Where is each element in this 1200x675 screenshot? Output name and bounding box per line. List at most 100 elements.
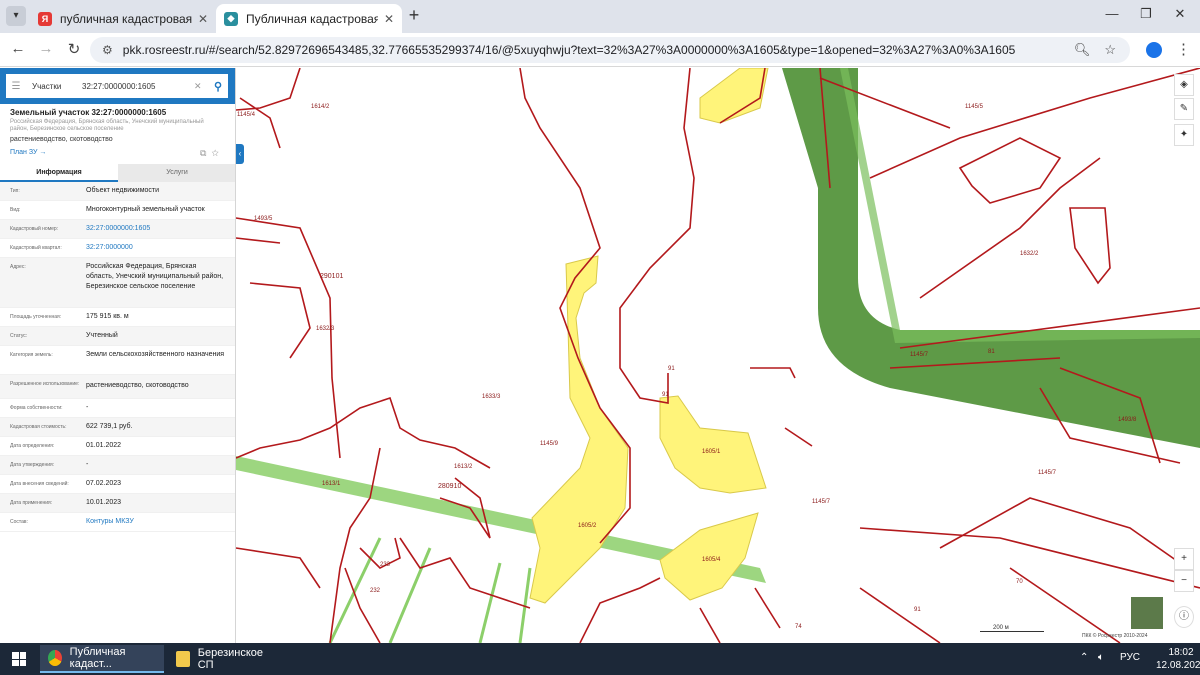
collapse-panel-button[interactable]: ‹	[236, 144, 244, 164]
property-value: Земли сельскохозяйственного назначения	[86, 351, 225, 358]
taskbar-folder[interactable]: Березинское СП	[168, 645, 278, 673]
property-label: Кадастровый квартал:	[10, 245, 62, 251]
property-row: Кадастровый номер: 32:27:0000000:1605	[0, 220, 235, 239]
parcel-1605-2[interactable]	[529, 255, 629, 604]
road-zone-polygon	[782, 68, 1200, 448]
back-icon[interactable]: ←	[8, 40, 28, 57]
layers-icon[interactable]: ◈	[1174, 74, 1194, 96]
zoom-out-icon[interactable]: −	[1174, 570, 1194, 592]
map-label: 290101	[320, 273, 343, 280]
search-icon[interactable]: ⚲	[208, 80, 228, 93]
rosreestr-icon: ◆	[224, 11, 238, 26]
minimap-thumbnail[interactable]	[1130, 596, 1164, 630]
bookmark-star-icon[interactable]: ☆	[1104, 42, 1116, 58]
property-label: Вид:	[10, 207, 21, 213]
site-info-icon[interactable]: ⚙	[102, 43, 113, 57]
menu-icon[interactable]: ☰	[6, 81, 26, 92]
map-label: 91	[662, 392, 669, 398]
map-label: 1632/3	[316, 326, 335, 332]
minimize-icon[interactable]: —	[1102, 6, 1122, 21]
clock[interactable]: 18:02 12.08.2024	[1156, 646, 1200, 672]
property-row: Адрес: Российская Федерация, Брянская обл…	[0, 258, 235, 308]
favorite-star-icon[interactable]: ☆	[211, 148, 218, 158]
address-bar[interactable]: ⚙ pkk.rosreestr.ru/#/search/52.829726965…	[90, 37, 1130, 63]
parcel-1605-1[interactable]	[659, 395, 767, 494]
info-icon[interactable]: ⓘ	[1174, 606, 1194, 628]
browser-tab-2[interactable]: ◆ Публичная кадастровая карта ✕	[216, 4, 402, 33]
property-value: 07.02.2023	[86, 480, 122, 487]
zoom-in-icon[interactable]: +	[1174, 548, 1194, 570]
pointer-icon[interactable]: ✦	[1174, 124, 1194, 146]
profile-avatar[interactable]	[1146, 42, 1162, 58]
property-row: Кадастровый квартал: 32:27:0000000	[0, 239, 235, 258]
object-address: Российская Федерация, Брянская область, …	[10, 119, 204, 132]
tab-services[interactable]: Услуги	[118, 164, 235, 182]
property-value: 10.01.2023	[86, 499, 122, 506]
cadastral-quarter-link[interactable]: 32:27:0000000	[86, 243, 226, 253]
contours-link[interactable]: Контуры МКЗУ	[86, 517, 226, 527]
plan-link[interactable]: План ЗУ →	[10, 149, 46, 156]
map-copyright: ПКК © Росреестр 2010-2024	[1082, 633, 1148, 639]
taskbar-item-label: Березинское СП	[197, 647, 263, 671]
property-value: 01.01.2022	[86, 442, 122, 449]
property-value: -	[86, 404, 89, 411]
map-label: 1605/1	[702, 449, 721, 455]
restore-icon[interactable]: ❐	[1136, 6, 1156, 22]
copy-icon[interactable]: ⧉	[200, 148, 206, 158]
clear-icon[interactable]: ✕	[194, 81, 208, 92]
map-label: 1493/8	[1118, 417, 1137, 423]
forward-icon[interactable]: →	[36, 40, 56, 57]
windows-taskbar: Публичная кадаст... Березинское СП ⌃ 🔈︎ …	[0, 643, 1200, 675]
property-row: Статус: Учтенный	[0, 327, 235, 346]
clock-time: 18:02	[1168, 647, 1194, 658]
taskbar-item-label: Публичная кадаст...	[69, 646, 126, 670]
map-label: 91	[668, 366, 675, 372]
property-value: 175 915 кв. м	[86, 313, 129, 320]
tab-title: Публичная кадастровая карта	[246, 11, 378, 26]
map-label: 91	[914, 607, 921, 613]
volume-icon[interactable]: 🔈︎	[1098, 652, 1104, 663]
close-icon[interactable]: ✕	[384, 12, 394, 26]
language-indicator[interactable]: РУС	[1120, 652, 1140, 663]
windows-start-icon[interactable]	[12, 652, 26, 666]
cadastral-number-link[interactable]: 32:27:0000000:1605	[86, 224, 226, 234]
property-label: Форма собственности:	[10, 405, 63, 411]
url-text[interactable]: pkk.rosreestr.ru/#/search/52.82972696543…	[123, 43, 1074, 57]
property-table: Тип: Объект недвижимости Вид: Многоконтурн…	[0, 182, 235, 532]
property-row: Дата утверждения: -	[0, 456, 235, 475]
property-value: Многоконтурный земельный участок	[86, 206, 205, 213]
tab-information[interactable]: Информация	[0, 164, 118, 182]
property-row: Форма собственности: -	[0, 399, 235, 418]
map-label: 1145/7	[910, 352, 929, 358]
close-window-icon[interactable]: ✕	[1170, 6, 1190, 22]
map-label: 232	[370, 588, 381, 594]
zoom-icon[interactable]: 🔍︎	[1074, 42, 1091, 58]
reload-icon[interactable]: ↻	[64, 40, 84, 58]
browser-toolbar: ← → ↻ ⚙ pkk.rosreestr.ru/#/search/52.829…	[0, 33, 1200, 67]
close-icon[interactable]: ✕	[198, 12, 208, 26]
property-row: Площадь уточненная: 175 915 кв. м	[0, 308, 235, 327]
tab-search-button[interactable]: ▾	[6, 6, 26, 26]
search-box[interactable]: ☰ Участки 32:27:0000000:1605 ✕ ⚲	[6, 74, 228, 98]
property-value: -	[86, 461, 89, 468]
map-label: 1145/7	[812, 499, 831, 505]
property-row: Дата применения: 10.01.2023	[0, 494, 235, 513]
map-label: 81	[988, 349, 995, 355]
search-category-select[interactable]: Участки	[26, 82, 82, 91]
more-menu-icon[interactable]: ⋮	[1176, 40, 1191, 58]
road-strip	[840, 68, 1200, 343]
ruler-icon[interactable]: ✎	[1174, 98, 1194, 120]
taskbar-chrome[interactable]: Публичная кадаст...	[40, 645, 164, 673]
property-label: Категория земель:	[10, 352, 53, 358]
search-input[interactable]: 32:27:0000000:1605	[82, 82, 194, 91]
chrome-icon	[48, 650, 62, 666]
property-label: Состав:	[10, 519, 28, 525]
property-value: Объект недвижимости	[86, 187, 160, 194]
chevron-up-icon[interactable]: ⌃	[1080, 652, 1088, 663]
yandex-icon: Я	[38, 11, 52, 26]
new-tab-button[interactable]: +	[404, 6, 424, 26]
browser-tab-1[interactable]: Я публичная кадастровая карта ✕	[30, 4, 216, 33]
map-label: 1632/2	[1020, 251, 1039, 257]
property-value: растениеводство, скотоводство	[86, 382, 189, 389]
road-branches	[328, 537, 532, 643]
